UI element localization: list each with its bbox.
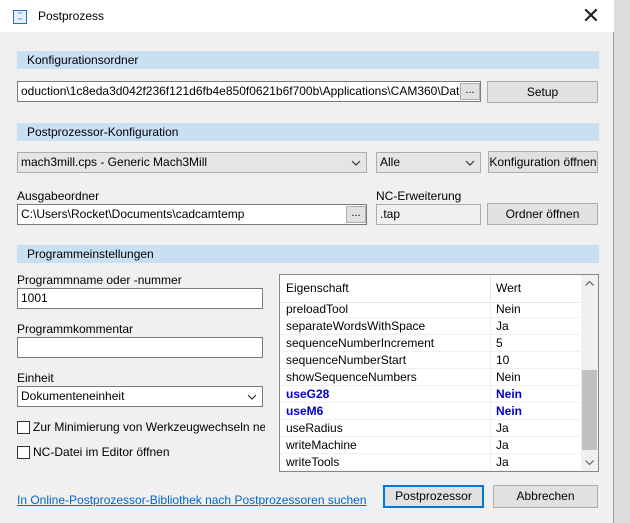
property-row[interactable]: showSequenceNumbers Nein [280,369,580,386]
open-nc-editor-label: NC-Datei im Editor öffnen [33,445,170,459]
unit-select[interactable]: Dokumenteneinheit [17,386,263,407]
property-name: writeMachine [286,438,357,452]
row-divider [490,335,491,352]
properties-table-header: Eigenschaft Wert [280,275,580,303]
properties-scrollbar[interactable] [581,275,598,471]
scroll-thumb[interactable] [582,370,597,450]
chevron-down-icon [351,153,361,172]
column-header-value[interactable]: Wert [496,281,521,295]
property-value[interactable]: Nein [496,387,522,401]
cancel-button[interactable]: Abbrechen [493,485,598,508]
output-folder-field[interactable]: C:\Users\Rocket\Documents\cadcamtemp [17,204,367,225]
postprocess-dialog: ▫▫ ▫▫ Postprozess ✕ Konfigurationsordner … [0,0,614,523]
program-name-field[interactable]: 1001 [17,288,263,309]
config-folder-path-value: oduction\1c8eda3d042f236f121d6fb4e850f06… [21,84,481,98]
open-config-button[interactable]: Konfiguration öffnen [488,151,598,173]
property-name: sequenceNumberIncrement [286,336,435,350]
property-name: preloadTool [286,302,349,316]
property-value[interactable]: Nein [496,370,521,384]
row-divider [490,403,491,420]
property-name: separateWordsWithSpace [286,319,426,333]
nc-extension-field[interactable]: .tap [376,204,481,225]
post-library-link[interactable]: In Online-Postprozessor-Bibliothek nach … [17,493,367,507]
unit-label: Einheit [17,371,54,385]
property-value[interactable]: 5 [496,336,503,350]
minimize-toolchange-checkbox[interactable] [17,421,30,434]
property-value[interactable]: Nein [496,404,522,418]
property-value[interactable]: Ja [496,319,509,333]
row-divider [490,352,491,369]
property-name: sequenceNumberStart [286,353,407,367]
postprocess-button[interactable]: Postprozessor [383,485,484,508]
column-divider[interactable] [490,275,491,302]
program-name-label: Programmname oder -nummer [17,273,182,287]
nc-extension-label: NC-Erweiterung [376,189,462,203]
minimize-toolchange-label: Zur Minimierung von Werkzeugwechseln neu… [33,420,265,434]
app-icon: ▫▫ ▫▫ [13,10,27,24]
program-comment-field[interactable] [17,337,263,358]
filter-select-value: Alle [380,155,401,169]
row-divider [490,454,491,471]
property-row[interactable]: sequenceNumberIncrement 5 [280,335,580,352]
property-name: useRadius [286,421,343,435]
output-folder-value: C:\Users\Rocket\Documents\cadcamtemp [21,207,245,221]
property-name: showSequenceNumbers [286,370,417,384]
window-title: Postprozess [38,9,105,23]
output-folder-browse-button[interactable]: ... [346,206,366,223]
section-post-config: Postprozessor-Konfiguration [17,123,599,141]
property-name: useG28 [286,387,330,401]
output-folder-label: Ausgabeordner [17,189,100,203]
properties-table[interactable]: Eigenschaft Wert preloadTool Nein separate… [279,274,599,472]
row-divider [490,386,491,403]
open-nc-editor-checkbox[interactable] [17,446,30,459]
row-divider [490,437,491,454]
program-name-value: 1001 [21,291,48,305]
chevron-down-icon [465,153,475,172]
chevron-down-icon [247,387,257,406]
background-window [614,0,630,523]
property-row[interactable]: writeTools Ja [280,454,580,471]
config-folder-browse-button[interactable]: ... [460,83,480,100]
section-program-settings: Programmeinstellungen [17,245,599,263]
title-bar: ▫▫ ▫▫ Postprozess ✕ [0,0,614,32]
property-row[interactable]: sequenceNumberStart 10 [280,352,580,369]
row-divider [490,318,491,335]
property-row[interactable]: useM6 Nein [280,403,580,420]
property-value[interactable]: Ja [496,455,509,469]
property-name: useM6 [286,404,324,418]
property-row[interactable]: separateWordsWithSpace Ja [280,318,580,335]
scroll-up-icon[interactable] [581,275,598,292]
property-value[interactable]: 10 [496,353,509,367]
unit-select-value: Dokumenteneinheit [21,389,125,403]
post-processor-select-value: mach3mill.cps - Generic Mach3Mill [21,155,208,169]
property-value[interactable]: Nein [496,302,521,316]
row-divider [490,420,491,437]
properties-rows: preloadTool Nein separateWordsWithSpace Ja s… [280,301,580,471]
property-value[interactable]: Ja [496,421,509,435]
config-folder-path[interactable]: oduction\1c8eda3d042f236f121d6fb4e850f06… [17,81,481,102]
row-divider [490,301,491,318]
close-icon[interactable]: ✕ [568,0,614,32]
program-comment-label: Programmkommentar [17,322,134,336]
nc-extension-value: .tap [380,207,401,221]
post-processor-select[interactable]: mach3mill.cps - Generic Mach3Mill [17,152,367,173]
column-header-property[interactable]: Eigenschaft [286,281,349,295]
property-value[interactable]: Ja [496,438,509,452]
row-divider [490,369,491,386]
setup-button[interactable]: Setup [487,81,598,103]
property-row[interactable]: useRadius Ja [280,420,580,437]
property-row[interactable]: useG28 Nein [280,386,580,403]
scroll-down-icon[interactable] [581,454,598,471]
property-row[interactable]: writeMachine Ja [280,437,580,454]
property-row[interactable]: preloadTool Nein [280,301,580,318]
property-name: writeTools [286,455,340,469]
open-folder-button[interactable]: Ordner öffnen [487,203,598,225]
filter-select[interactable]: Alle [376,152,481,173]
section-config-folder: Konfigurationsordner [17,51,599,69]
